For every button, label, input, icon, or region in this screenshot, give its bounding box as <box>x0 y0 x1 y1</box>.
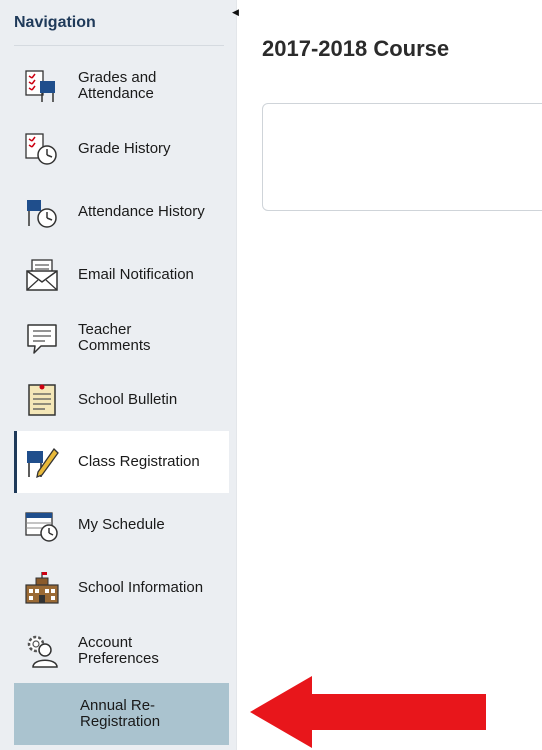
sidebar-item-grade-history[interactable]: Grade History <box>14 118 229 180</box>
account-preferences-icon <box>22 631 62 671</box>
sidebar-item-my-schedule[interactable]: My Schedule <box>14 494 229 556</box>
sidebar-item-label: Class Registration <box>78 453 200 470</box>
navigation-divider <box>14 45 224 46</box>
school-information-icon <box>22 568 62 608</box>
sidebar-item-label: Annual Re-Registration <box>80 697 161 730</box>
class-registration-icon <box>22 442 62 482</box>
school-bulletin-icon <box>22 380 62 420</box>
sidebar-item-email-notification[interactable]: Email Notification <box>14 244 229 306</box>
teacher-comments-icon <box>22 318 62 358</box>
my-schedule-icon <box>22 505 62 545</box>
sidebar-item-label: Grade History <box>78 140 171 157</box>
collapse-sidebar-icon[interactable]: ◀ <box>232 6 242 18</box>
sidebar-item-annual-re-registration[interactable]: Annual Re-Registration <box>14 683 229 745</box>
sidebar-item-label: School Information <box>78 579 204 596</box>
sidebar-item-school-bulletin[interactable]: School Bulletin <box>14 369 229 431</box>
red-arrow-annotation <box>250 676 486 748</box>
sidebar-item-label: My Schedule <box>78 516 165 533</box>
sidebar-item-label: Grades and Attendance <box>78 69 157 102</box>
content-panel <box>262 103 542 211</box>
sidebar-item-label: Attendance History <box>78 203 205 220</box>
navigation-sidebar: Navigation Grades and Attendance Grade H… <box>0 0 236 750</box>
sidebar-item-teacher-comments[interactable]: Teacher Comments <box>14 307 229 369</box>
sidebar-item-label: Account Preferences <box>78 634 159 667</box>
sidebar-item-attendance-history[interactable]: Attendance History <box>14 181 229 243</box>
sidebar-item-label: School Bulletin <box>78 391 178 408</box>
sidebar-item-label: Teacher Comments <box>78 321 151 354</box>
attendance-history-icon <box>22 192 62 232</box>
navigation-header: Navigation <box>14 14 96 31</box>
email-notification-icon <box>22 255 62 295</box>
sidebar-edge <box>236 0 237 750</box>
grade-history-icon <box>22 129 62 169</box>
grades-attendance-icon <box>22 66 62 106</box>
page-title: 2017-2018 Course <box>262 36 450 61</box>
sidebar-item-class-registration[interactable]: Class Registration <box>14 431 229 493</box>
sidebar-item-grades-and-attendance[interactable]: Grades and Attendance <box>14 55 229 117</box>
sidebar-item-school-information[interactable]: School Information <box>14 557 229 619</box>
sidebar-item-label: Email Notification <box>78 266 194 283</box>
sidebar-item-account-preferences[interactable]: Account Preferences <box>14 620 229 682</box>
